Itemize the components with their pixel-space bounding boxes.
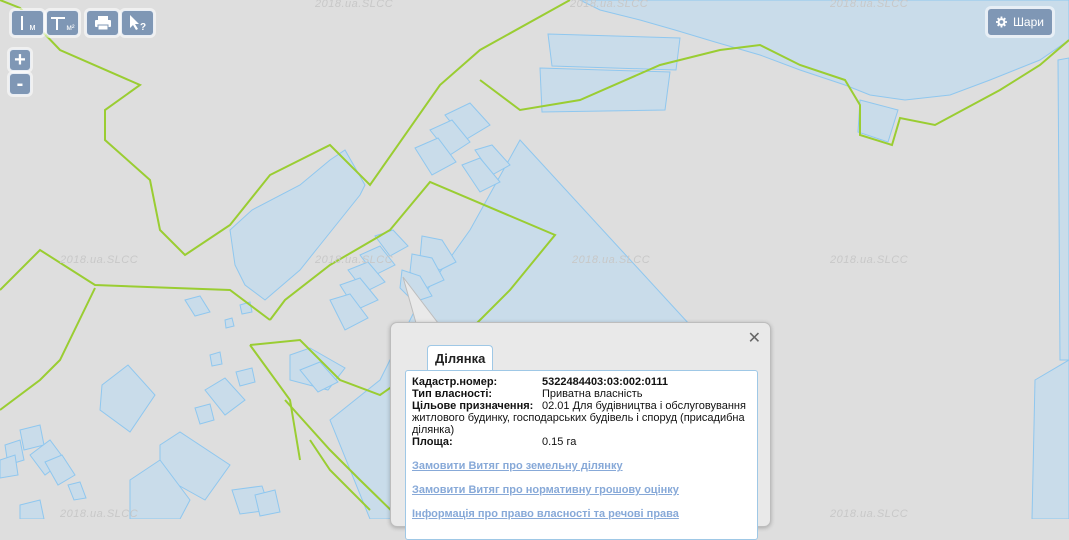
printer-icon	[94, 16, 111, 31]
measure-length-label: м	[29, 22, 36, 32]
parcel-info-popup: ✕ Ділянка Кадастр.номер: 5322484403:03:0…	[390, 322, 771, 540]
parcel-details-panel: Кадастр.номер: 5322484403:03:002:0111 Ти…	[405, 370, 758, 540]
tab-parcel[interactable]: Ділянка	[427, 345, 494, 371]
watermark: 2018.ua.SLCC	[830, 254, 909, 266]
print-button[interactable]	[86, 10, 119, 36]
field-ownership-type: Тип власності: Приватна власність	[412, 388, 751, 400]
popup-pointer	[402, 276, 440, 324]
field-value: Приватна власність	[542, 388, 643, 400]
field-value: 0.15 га	[542, 436, 577, 448]
close-icon[interactable]: ✕	[748, 328, 761, 348]
field-area: Площа: 0.15 га	[412, 436, 751, 448]
measure-area-button[interactable]: м²	[46, 10, 79, 36]
watermark: 2018.ua.SLCC	[60, 508, 139, 520]
watermark: 2018.ua.SLCC	[830, 0, 909, 10]
layers-label: Шари	[1012, 15, 1044, 29]
zoom-out-button[interactable]: -	[9, 73, 31, 95]
cursor-question-icon: ?	[129, 15, 146, 32]
field-label: Цільове призначення:	[412, 400, 534, 412]
field-value: 5322484403:03:002:0111	[542, 376, 669, 388]
ownership-rights-info-link[interactable]: Інформація про право власності та речові…	[412, 508, 751, 520]
watermark: 2018.ua.SLCC	[570, 0, 649, 10]
measure-area-label: м²	[66, 22, 75, 32]
svg-text:?: ?	[140, 22, 146, 32]
watermark: 2018.ua.SLCC	[60, 254, 139, 266]
field-label: Тип власності:	[412, 388, 493, 400]
ruler-area-icon	[51, 17, 66, 30]
ruler-length-icon	[21, 16, 24, 30]
field-purpose: Цільове призначення: 02.01 Для будівництв…	[412, 400, 751, 436]
measure-length-button[interactable]: м	[11, 10, 44, 36]
field-cadastral-number: Кадастр.номер: 5322484403:03:002:0111	[412, 376, 751, 388]
identify-button[interactable]: ?	[121, 10, 154, 36]
zoom-in-button[interactable]: +	[9, 49, 31, 71]
watermark: 2018.ua.SLCC	[315, 0, 394, 10]
field-label: Кадастр.номер:	[412, 376, 498, 388]
watermark: 2018.ua.SLCC	[315, 254, 394, 266]
watermark: 2018.ua.SLCC	[830, 508, 909, 520]
field-label: Площа:	[412, 436, 453, 448]
gear-icon	[996, 16, 1007, 28]
layers-button[interactable]: Шари	[987, 8, 1053, 36]
order-valuation-extract-link[interactable]: Замовити Витяг про нормативну грошову оц…	[412, 484, 751, 496]
order-parcel-extract-link[interactable]: Замовити Витяг про земельну ділянку	[412, 460, 751, 472]
watermark: 2018.ua.SLCC	[572, 254, 651, 266]
